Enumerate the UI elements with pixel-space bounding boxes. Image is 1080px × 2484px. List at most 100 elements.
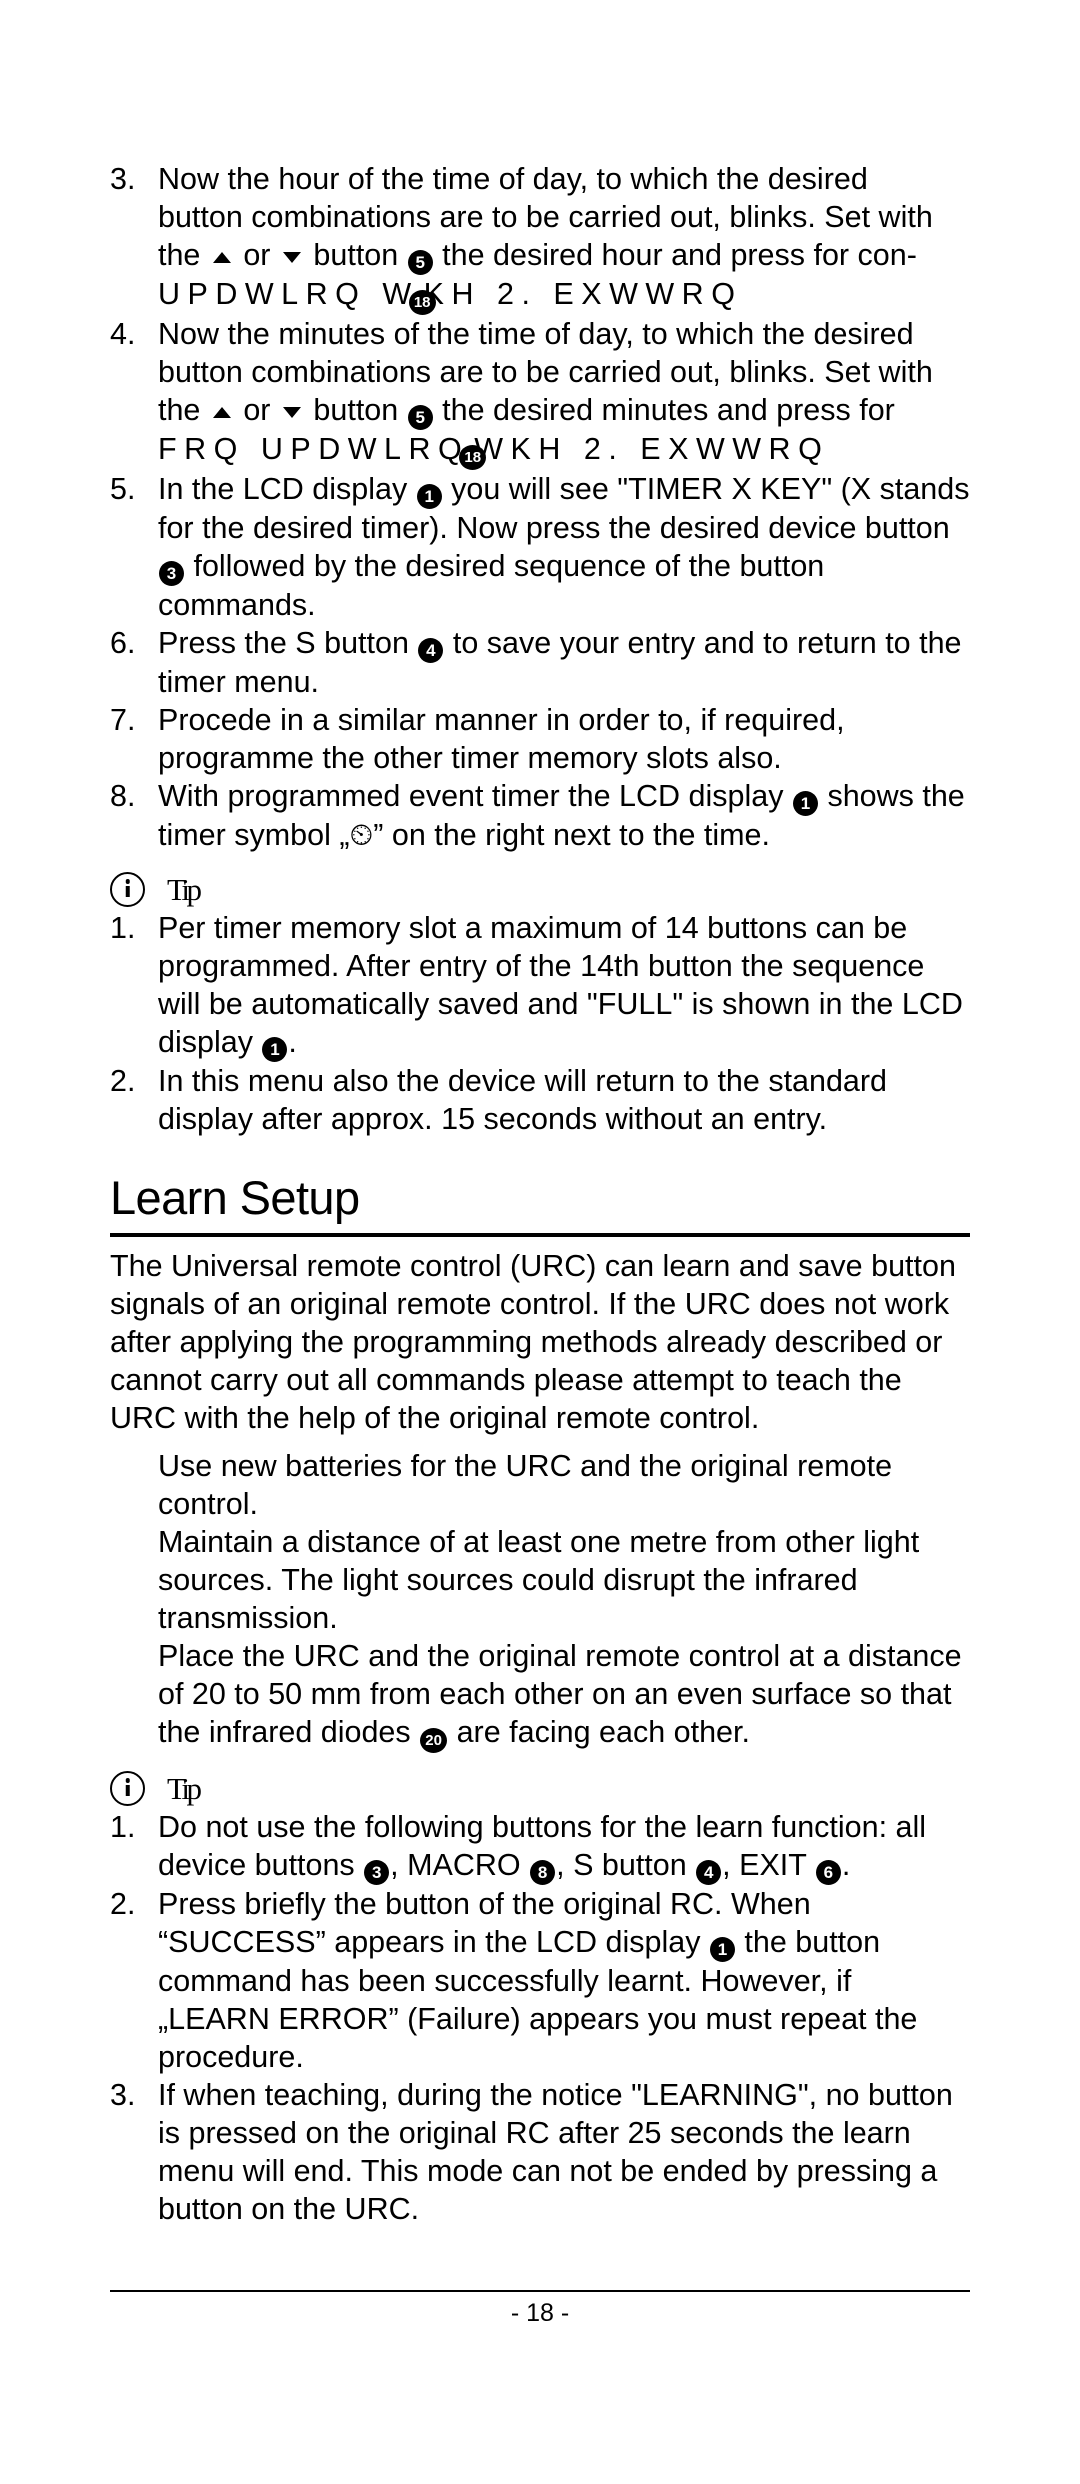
callout-marker: 1 [262, 1037, 288, 1062]
callout-marker: 5 [407, 250, 433, 275]
list-number: 5. [110, 472, 136, 506]
list-number: 1. [110, 1810, 136, 1844]
paragraph-line: the or button 5 the desired minutes and … [158, 391, 970, 430]
callout-marker: 1 [792, 791, 818, 816]
callout-marker: 3 [364, 1860, 390, 1885]
list-item: 4. Now the minutes of the time of day, t… [110, 315, 970, 430]
list-number: 2. [110, 1887, 136, 1921]
text-fragment: In the LCD display [158, 472, 416, 506]
text-fragment: button [304, 393, 407, 427]
note-paragraph: Place the URC and the original remote co… [158, 1637, 970, 1753]
list-text: In this menu also the device will return… [158, 1064, 888, 1136]
list-number: 7. [110, 703, 136, 737]
page-number: - 18 - [510, 2299, 570, 2327]
callout-marker: 1 [709, 1937, 735, 1962]
callout-marker: 18 [408, 290, 436, 315]
section-heading: Learn Setup [110, 1171, 360, 1224]
callout-marker: 18 [459, 445, 487, 470]
list-text: Per timer memory slot a maximum of 14 bu… [158, 909, 970, 1062]
callout-marker: 6 [815, 1860, 841, 1885]
info-icon [110, 872, 145, 907]
arrow-up-icon [212, 252, 231, 263]
paragraph-line: Now the minutes of the time of day, to w… [158, 317, 914, 351]
note-paragraph: Maintain a distance of at least one metr… [158, 1525, 920, 1635]
encoding-artifact-line: FRQ UPDWLRQ18WKH 2. EXWWRQ [158, 430, 970, 470]
artifact-text: UPDWLRQ W [158, 277, 419, 311]
text-fragment: , S button [556, 1848, 696, 1882]
callout-marker: 1 [416, 484, 442, 509]
list-text: If when teaching, during the notice "LEA… [158, 2078, 953, 2226]
artifact-text: KH 2. EXWWRQ [423, 277, 743, 311]
paragraph-line: Now the hour of the time of day, to whic… [158, 162, 868, 196]
text-fragment: . [288, 1025, 297, 1059]
encoding-artifact-line: UPDWLRQ W18KH 2. EXWWRQ [158, 275, 970, 315]
text-fragment: followed by the desired sequence of the … [158, 549, 825, 622]
callout-marker: 4 [418, 638, 444, 663]
text-fragment: the desired hour and press for con- [433, 238, 917, 272]
list-number: 4. [110, 317, 136, 351]
note-paragraph: Use new batteries for the URC and the or… [158, 1449, 893, 1521]
text-fragment: the [158, 238, 209, 272]
page-content: 3. Now the hour of the time of day, to w… [110, 160, 970, 2228]
list-number: 1. [110, 911, 136, 945]
callout-marker: 4 [696, 1860, 722, 1885]
tip-label: Tip [167, 872, 202, 907]
list-number: 3. [110, 2078, 136, 2112]
list-text: With programmed event timer the LCD disp… [158, 777, 970, 854]
list-item: 8. With programmed event timer the LCD d… [110, 777, 970, 854]
list-text: Procede in a similar manner in order to,… [158, 703, 845, 775]
list-text: Do not use the following buttons for the… [158, 1808, 970, 1885]
arrow-down-icon [282, 407, 301, 418]
list-text: Press briefly the button of the original… [158, 1885, 970, 2076]
tip-label: Tip [167, 1771, 202, 1806]
manual-page: 3. Now the hour of the time of day, to w… [0, 0, 1080, 2484]
list-item: 7. Procede in a similar manner in order … [110, 701, 970, 777]
paragraph-line: the or button 5 the desired hour and pre… [158, 236, 970, 275]
list-text: In the LCD display 1 you will see "TIMER… [158, 470, 970, 624]
text-fragment: are facing each other. [448, 1715, 750, 1749]
list-item: 3. If when teaching, during the notice "… [110, 2076, 970, 2228]
list-number: 2. [110, 1064, 136, 1098]
list-item: 1. Do not use the following buttons for … [110, 1808, 970, 1885]
page-footer: - 18 - [110, 2290, 970, 2330]
notes-block: Use new batteries for the URC and the or… [158, 1447, 970, 1753]
paragraph-line: button combinations are to be carried ou… [158, 355, 933, 389]
text-fragment: the [158, 393, 209, 427]
footer-rule [110, 2290, 970, 2292]
text-fragment: , MACRO [390, 1848, 530, 1882]
arrow-up-icon [212, 407, 231, 418]
artifact-text: WKH 2. EXWWRQ [474, 432, 830, 466]
list-item: 3. Now the hour of the time of day, to w… [110, 160, 970, 275]
tip-header: Tip [110, 1771, 970, 1806]
callout-marker: 5 [407, 405, 433, 430]
list-item: 6. Press the S button 4 to save your ent… [110, 624, 970, 701]
list-item: 5. In the LCD display 1 you will see "TI… [110, 470, 970, 624]
list-item: 1. Per timer memory slot a maximum of 14… [110, 909, 970, 1062]
tip-header: Tip [110, 872, 970, 907]
list-number: 8. [110, 779, 136, 813]
text-fragment: . [841, 1848, 851, 1882]
callout-marker: 20 [420, 1728, 448, 1753]
artifact-text: FRQ UPDWLRQ [158, 432, 470, 466]
list-number: 3. [110, 162, 136, 196]
text-fragment: With programmed event timer the LCD disp… [158, 779, 792, 813]
text-fragment: button [304, 238, 407, 272]
info-icon [110, 1771, 145, 1806]
list-text: Now the hour of the time of day, to whic… [158, 160, 970, 275]
list-item: 2. Press briefly the button of the origi… [110, 1885, 970, 2076]
text-fragment: , EXIT [722, 1848, 815, 1882]
paragraph-line: button combinations are to be carried ou… [158, 200, 933, 234]
section-intro-paragraph: The Universal remote control (URC) can l… [110, 1249, 956, 1435]
text-fragment: or [234, 393, 279, 427]
list-item: 2. In this menu also the device will ret… [110, 1062, 970, 1138]
text-fragment: or [234, 238, 279, 272]
text-fragment: the desired minutes and press for [433, 393, 895, 427]
arrow-down-icon [282, 252, 301, 263]
list-number: 6. [110, 626, 136, 660]
text-fragment: Press the S button [158, 626, 418, 660]
callout-marker: 3 [159, 561, 184, 586]
heading-rule [110, 1233, 970, 1237]
list-text: Press the S button 4 to save your entry … [158, 624, 970, 701]
list-text: Now the minutes of the time of day, to w… [158, 315, 970, 430]
